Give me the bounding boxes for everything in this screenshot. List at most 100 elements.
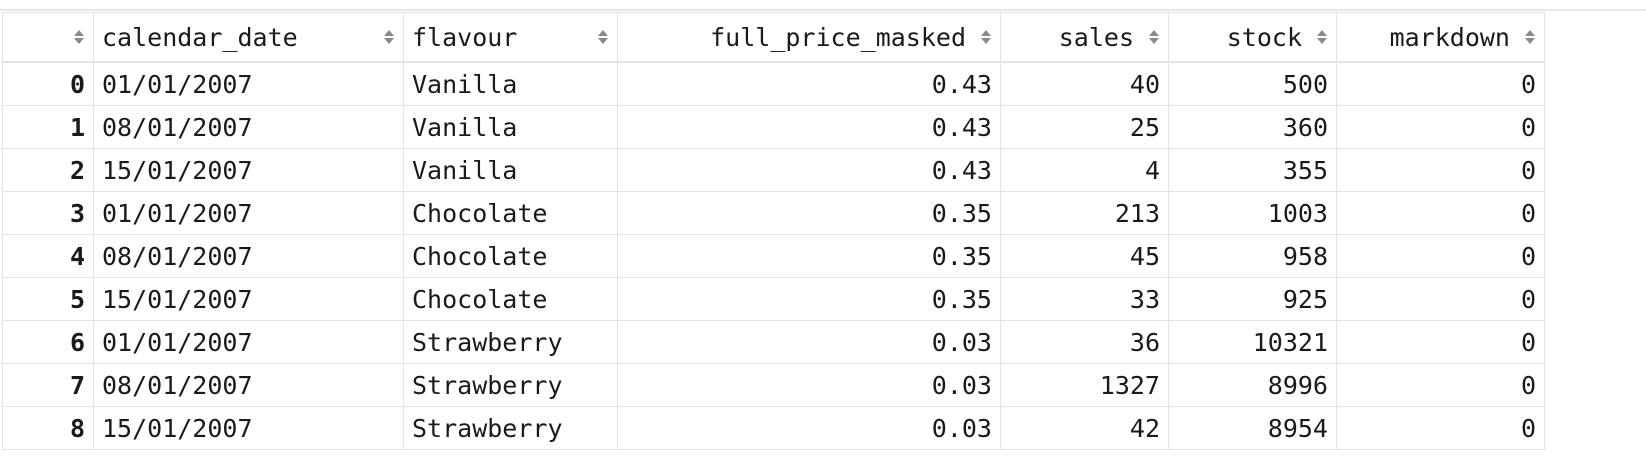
sort-updown-icon[interactable]	[597, 27, 609, 47]
cell-calendar-date: 15/01/2007	[93, 406, 404, 450]
row-index: 8	[2, 406, 94, 450]
cell-full-price-masked: 0.35	[617, 234, 1001, 278]
cell-stock: 925	[1168, 277, 1337, 321]
dataframe-view: calendar_date flavour full_price_masked sal…	[0, 0, 1646, 468]
table-row: 8 15/01/2007 Strawberry 0.03 42 8954 0	[2, 406, 1545, 450]
column-header-stock[interactable]: stock	[1168, 12, 1337, 63]
column-header-content	[11, 13, 85, 60]
cell-calendar-date: 15/01/2007	[93, 148, 404, 192]
column-header-label: sales	[1058, 22, 1134, 52]
cell-stock: 10321	[1168, 320, 1337, 364]
table-row: 5 15/01/2007 Chocolate 0.35 33 925 0	[2, 277, 1545, 321]
sort-updown-icon[interactable]	[73, 27, 85, 47]
cell-calendar-date: 08/01/2007	[93, 234, 404, 278]
column-header-index[interactable]	[2, 12, 94, 63]
top-divider	[0, 0, 1646, 11]
cell-calendar-date: 01/01/2007	[93, 61, 404, 106]
header-row: calendar_date flavour full_price_masked sal…	[2, 12, 1545, 63]
cell-markdown: 0	[1336, 234, 1545, 278]
cell-full-price-masked: 0.03	[617, 363, 1001, 407]
cell-stock: 355	[1168, 148, 1337, 192]
cell-sales: 33	[1000, 277, 1169, 321]
cell-flavour: Strawberry	[403, 363, 618, 407]
cell-calendar-date: 08/01/2007	[93, 363, 404, 407]
cell-markdown: 0	[1336, 277, 1545, 321]
cell-calendar-date: 08/01/2007	[93, 105, 404, 149]
cell-full-price-masked: 0.35	[617, 277, 1001, 321]
column-header-content: stock	[1177, 13, 1328, 60]
cell-sales: 25	[1000, 105, 1169, 149]
cell-full-price-masked: 0.03	[617, 320, 1001, 364]
column-header-content: full_price_masked	[626, 13, 992, 60]
cell-stock: 360	[1168, 105, 1337, 149]
cell-full-price-masked: 0.03	[617, 406, 1001, 450]
cell-flavour: Chocolate	[403, 234, 618, 278]
column-header-content: markdown	[1345, 13, 1536, 60]
column-header-calendar-date[interactable]: calendar_date	[93, 12, 404, 63]
column-header-content: flavour	[412, 13, 609, 60]
row-index: 7	[2, 363, 94, 407]
row-index: 3	[2, 191, 94, 235]
cell-markdown: 0	[1336, 105, 1545, 149]
sort-updown-icon[interactable]	[1316, 27, 1328, 47]
cell-stock: 8954	[1168, 406, 1337, 450]
cell-sales: 4	[1000, 148, 1169, 192]
table-row: 1 08/01/2007 Vanilla 0.43 25 360 0	[2, 105, 1545, 149]
cell-sales: 1327	[1000, 363, 1169, 407]
sort-updown-icon[interactable]	[1148, 27, 1160, 47]
sort-updown-icon[interactable]	[1524, 27, 1536, 47]
table-row: 2 15/01/2007 Vanilla 0.43 4 355 0	[2, 148, 1545, 192]
table-row: 3 01/01/2007 Chocolate 0.35 213 1003 0	[2, 191, 1545, 235]
column-header-label: full_price_masked	[710, 22, 966, 52]
cell-markdown: 0	[1336, 406, 1545, 450]
cell-stock: 8996	[1168, 363, 1337, 407]
cell-stock: 500	[1168, 61, 1337, 106]
sort-updown-icon[interactable]	[980, 27, 992, 47]
column-header-label: flavour	[412, 22, 518, 52]
column-header-sales[interactable]: sales	[1000, 12, 1169, 63]
column-header-full-price-masked[interactable]: full_price_masked	[617, 12, 1001, 63]
column-header-label: stock	[1226, 22, 1302, 52]
row-index: 2	[2, 148, 94, 192]
cell-sales: 40	[1000, 61, 1169, 106]
cell-full-price-masked: 0.35	[617, 191, 1001, 235]
cell-flavour: Strawberry	[403, 406, 618, 450]
column-header-content: calendar_date	[102, 13, 395, 60]
row-index: 4	[2, 234, 94, 278]
cell-flavour: Vanilla	[403, 105, 618, 149]
cell-sales: 45	[1000, 234, 1169, 278]
column-header-markdown[interactable]: markdown	[1336, 12, 1545, 63]
cell-flavour: Vanilla	[403, 61, 618, 106]
table-row: 7 08/01/2007 Strawberry 0.03 1327 8996 0	[2, 363, 1545, 407]
cell-markdown: 0	[1336, 148, 1545, 192]
cell-stock: 958	[1168, 234, 1337, 278]
cell-markdown: 0	[1336, 320, 1545, 364]
cell-stock: 1003	[1168, 191, 1337, 235]
cell-markdown: 0	[1336, 363, 1545, 407]
cell-flavour: Vanilla	[403, 148, 618, 192]
row-index: 1	[2, 105, 94, 149]
column-header-content: sales	[1009, 13, 1160, 60]
sort-updown-icon[interactable]	[383, 27, 395, 47]
cell-flavour: Chocolate	[403, 277, 618, 321]
cell-full-price-masked: 0.43	[617, 105, 1001, 149]
row-index: 5	[2, 277, 94, 321]
cell-full-price-masked: 0.43	[617, 61, 1001, 106]
column-header-label: calendar_date	[102, 22, 298, 52]
table-body: 0 01/01/2007 Vanilla 0.43 40 500 0 1 08/01/2007 V…	[2, 61, 1545, 450]
row-index: 6	[2, 320, 94, 364]
column-header-flavour[interactable]: flavour	[403, 12, 618, 63]
cell-flavour: Chocolate	[403, 191, 618, 235]
cell-markdown: 0	[1336, 191, 1545, 235]
row-index: 0	[2, 61, 94, 106]
cell-calendar-date: 01/01/2007	[93, 320, 404, 364]
table-row: 0 01/01/2007 Vanilla 0.43 40 500 0	[2, 61, 1545, 106]
cell-full-price-masked: 0.43	[617, 148, 1001, 192]
table-row: 6 01/01/2007 Strawberry 0.03 36 10321 0	[2, 320, 1545, 364]
cell-sales: 213	[1000, 191, 1169, 235]
cell-flavour: Strawberry	[403, 320, 618, 364]
cell-markdown: 0	[1336, 61, 1545, 106]
cell-calendar-date: 01/01/2007	[93, 191, 404, 235]
cell-sales: 42	[1000, 406, 1169, 450]
cell-calendar-date: 15/01/2007	[93, 277, 404, 321]
